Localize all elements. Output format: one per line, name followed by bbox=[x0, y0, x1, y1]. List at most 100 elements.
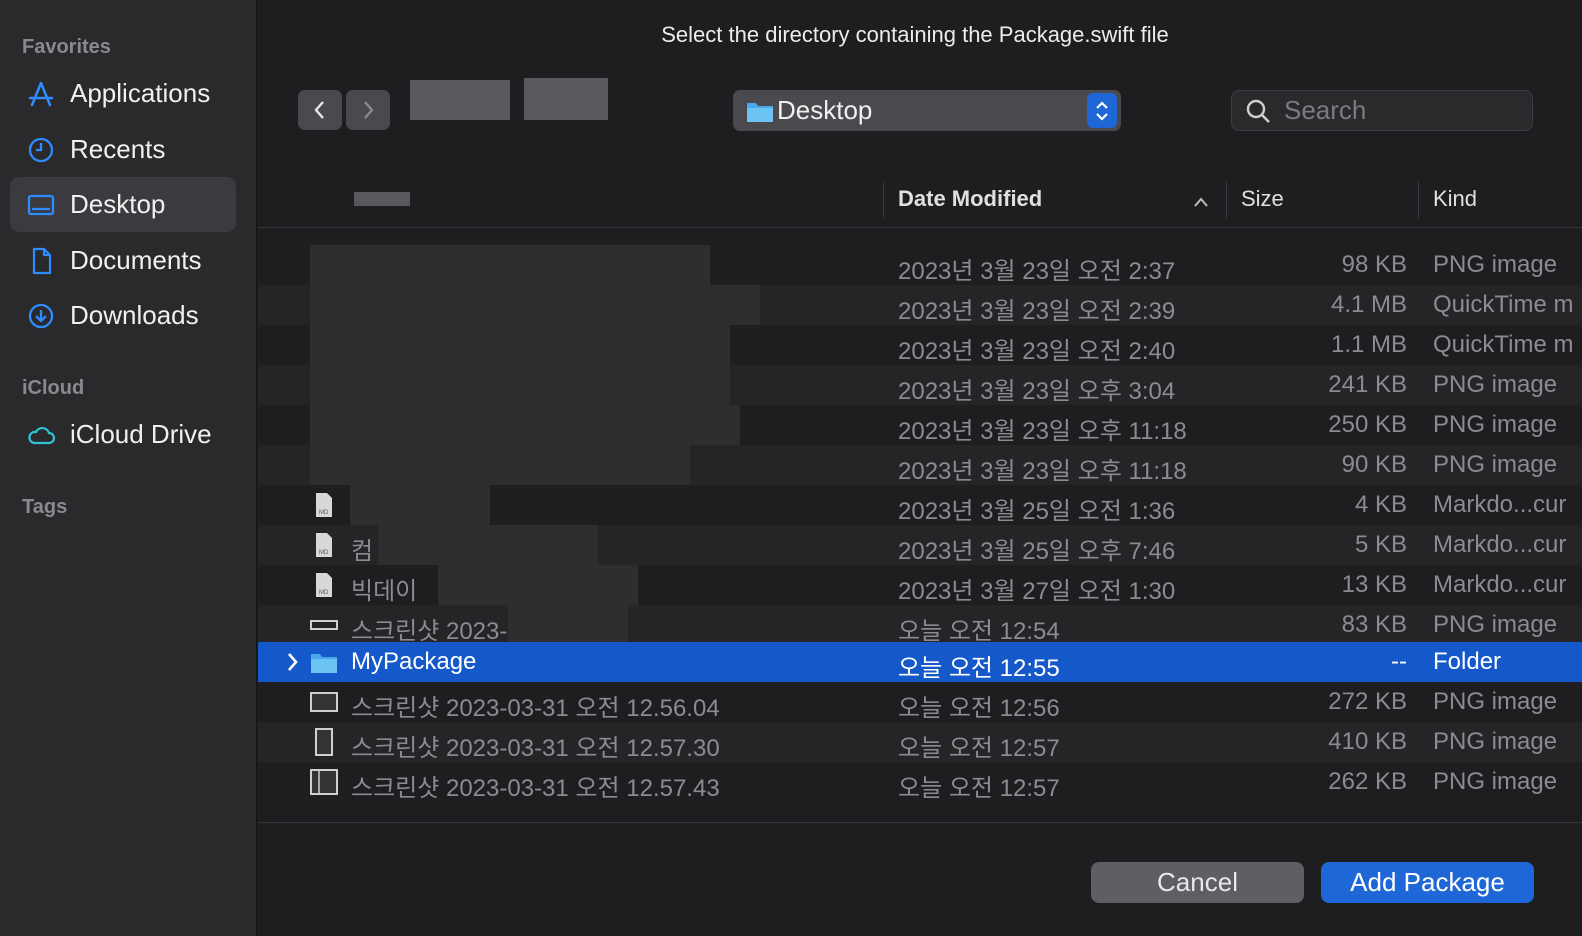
sidebar-item-recents[interactable]: Recents bbox=[10, 122, 236, 177]
location-popup[interactable]: Desktop bbox=[733, 90, 1121, 131]
sidebar-item-documents[interactable]: Documents bbox=[10, 233, 236, 288]
column-header-date[interactable]: Date Modified bbox=[898, 186, 1042, 212]
sidebar-item-label: Desktop bbox=[70, 189, 166, 219]
row-size: 5 KB bbox=[1354, 531, 1407, 558]
table-row[interactable]: MD 빅데이 2023년 3월 27일 오전 1:30 13 KB Markdo… bbox=[258, 565, 1582, 605]
table-row[interactable]: 스크린샷 2023-03-31 오전 12.57.43 오늘 오전 12:57 … bbox=[258, 762, 1582, 802]
tags-section-title: Tags bbox=[22, 496, 68, 518]
sidebar-item-label: Applications bbox=[70, 78, 211, 108]
redacted-file-name bbox=[310, 245, 710, 285]
row-size: 410 KB bbox=[1328, 728, 1407, 755]
file-list: 2023년 3월 23일 오전 2:37 98 KB PNG image 202… bbox=[258, 228, 1582, 802]
table-row-selected[interactable]: MyPackage 오늘 오전 12:55 -- Folder bbox=[258, 642, 1582, 682]
row-name: MyPackage bbox=[351, 648, 477, 675]
row-date: 2023년 3월 23일 오후 3:04 bbox=[898, 378, 1176, 405]
redacted-file-name bbox=[350, 485, 490, 525]
row-date: 2023년 3월 25일 오후 7:46 bbox=[898, 538, 1176, 565]
row-date: 2023년 3월 23일 오전 2:37 bbox=[898, 258, 1176, 285]
chevron-left-icon bbox=[314, 101, 324, 119]
column-divider bbox=[1418, 182, 1419, 218]
column-header-kind[interactable]: Kind bbox=[1433, 186, 1477, 212]
row-size: 262 KB bbox=[1328, 768, 1407, 795]
row-date: 2023년 3월 23일 오전 2:39 bbox=[898, 298, 1176, 325]
sidebar-item-label: Documents bbox=[70, 245, 202, 275]
redacted-view-buttons bbox=[410, 80, 510, 120]
row-size: 13 KB bbox=[1341, 571, 1407, 598]
svg-text:MD: MD bbox=[319, 510, 329, 516]
row-date: 2023년 3월 23일 오전 2:40 bbox=[898, 338, 1176, 365]
row-kind: PNG image bbox=[1433, 768, 1558, 795]
row-size: 4 KB bbox=[1354, 491, 1407, 518]
table-row[interactable]: 2023년 3월 23일 오전 2:40 1.1 MB QuickTime m bbox=[258, 325, 1582, 365]
add-package-button[interactable]: Add Package bbox=[1321, 862, 1534, 903]
forward-button[interactable] bbox=[346, 90, 390, 130]
sidebar-item-label: iCloud Drive bbox=[70, 419, 212, 449]
row-size: 1.1 MB bbox=[1330, 331, 1407, 358]
search-icon bbox=[1246, 99, 1270, 123]
row-date: 2023년 3월 23일 오후 11:18 bbox=[898, 418, 1187, 445]
row-date: 2023년 3월 25일 오전 1:36 bbox=[898, 498, 1176, 525]
table-row[interactable]: MD 컴 2023년 3월 25일 오후 7:46 5 KB Markdo...… bbox=[258, 525, 1582, 565]
row-date: 오늘 오전 12:57 bbox=[898, 775, 1060, 802]
location-name: Desktop bbox=[777, 95, 873, 125]
row-kind: PNG image bbox=[1433, 728, 1558, 755]
table-row[interactable]: 스크린샷 2023-03-31 오전 12.57.30 오늘 오전 12:57 … bbox=[258, 722, 1582, 762]
image-file-icon bbox=[310, 692, 338, 712]
row-kind: QuickTime m bbox=[1433, 331, 1574, 358]
folder-icon bbox=[311, 654, 337, 673]
row-date: 오늘 오전 12:57 bbox=[898, 735, 1060, 762]
sidebar-item-icloud-drive[interactable]: iCloud Drive bbox=[10, 407, 236, 462]
markdown-file-icon: MD bbox=[316, 533, 332, 557]
divider bbox=[258, 822, 1582, 823]
applications-icon bbox=[26, 79, 56, 109]
dialog-title: Select the directory containing the Pack… bbox=[661, 22, 1169, 47]
image-file-icon bbox=[315, 728, 333, 756]
table-row[interactable]: 2023년 3월 23일 오전 2:39 4.1 MB QuickTime m bbox=[258, 285, 1582, 325]
redacted-group-button bbox=[524, 78, 608, 120]
desktop-icon bbox=[26, 190, 56, 220]
row-kind: Markdo...cur bbox=[1433, 571, 1567, 598]
row-kind: PNG image bbox=[1433, 251, 1558, 278]
row-kind: Folder bbox=[1433, 648, 1502, 675]
image-file-icon bbox=[310, 769, 338, 795]
table-row[interactable]: 스크린샷 2023- 오늘 오전 12:54 83 KB PNG image bbox=[258, 605, 1582, 645]
sidebar-item-desktop[interactable]: Desktop bbox=[10, 177, 236, 232]
table-row[interactable]: 2023년 3월 23일 오후 11:18 250 KB PNG image bbox=[258, 405, 1582, 445]
table-row[interactable]: 스크린샷 2023-03-31 오전 12.56.04 오늘 오전 12:56 … bbox=[258, 682, 1582, 722]
table-row[interactable]: 2023년 3월 23일 오전 2:37 98 KB PNG image bbox=[258, 245, 1582, 285]
row-size: 83 KB bbox=[1341, 611, 1407, 638]
sidebar-item-applications[interactable]: Applications bbox=[10, 66, 236, 121]
favorites-section-title: Favorites bbox=[22, 36, 111, 58]
search-field[interactable]: Search bbox=[1231, 90, 1533, 131]
table-row[interactable]: MD 2023년 3월 25일 오전 1:36 4 KB Markdo...cu… bbox=[258, 485, 1582, 525]
clock-icon bbox=[26, 135, 56, 165]
back-button[interactable] bbox=[298, 90, 342, 130]
redacted-file-name bbox=[310, 445, 690, 485]
row-kind: PNG image bbox=[1433, 611, 1558, 638]
markdown-file-icon: MD bbox=[316, 493, 332, 517]
redacted-file-name bbox=[438, 565, 638, 605]
redacted-file-name bbox=[310, 285, 760, 325]
row-kind: PNG image bbox=[1433, 688, 1558, 715]
svg-text:MD: MD bbox=[319, 550, 329, 556]
chevron-updown-icon bbox=[1087, 93, 1117, 128]
row-name: 빅데이 bbox=[351, 578, 418, 605]
row-size: 250 KB bbox=[1328, 411, 1407, 438]
disclosure-chevron-icon[interactable] bbox=[286, 651, 300, 673]
sidebar: Favorites Applications Recents Desktop D… bbox=[0, 0, 257, 936]
row-date: 2023년 3월 27일 오전 1:30 bbox=[898, 578, 1176, 605]
sidebar-item-downloads[interactable]: Downloads bbox=[10, 288, 236, 343]
table-row[interactable]: 2023년 3월 23일 오후 3:04 241 KB PNG image bbox=[258, 365, 1582, 405]
row-name: 스크린샷 2023- bbox=[351, 618, 508, 645]
redacted-file-name bbox=[310, 405, 740, 445]
cancel-button[interactable]: Cancel bbox=[1091, 862, 1304, 903]
svg-text:MD: MD bbox=[319, 590, 329, 596]
row-size: 98 KB bbox=[1341, 251, 1407, 278]
row-name: 스크린샷 2023-03-31 오전 12.57.30 bbox=[351, 735, 720, 762]
row-name: 스크린샷 2023-03-31 오전 12.56.04 bbox=[351, 695, 720, 722]
row-size: 90 KB bbox=[1341, 451, 1407, 478]
row-kind: QuickTime m bbox=[1433, 291, 1574, 318]
table-row[interactable]: 2023년 3월 23일 오후 11:18 90 KB PNG image bbox=[258, 445, 1582, 485]
column-header-size[interactable]: Size bbox=[1241, 186, 1284, 212]
sort-ascending-icon bbox=[1194, 197, 1208, 207]
